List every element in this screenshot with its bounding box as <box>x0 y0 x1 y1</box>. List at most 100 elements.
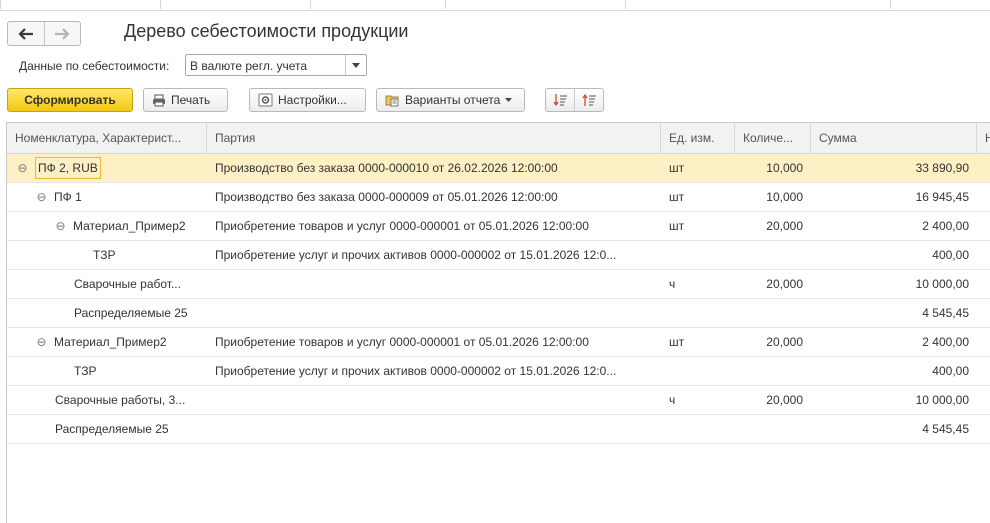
tree-node: Распределяемые 25 <box>55 415 169 443</box>
row-quantity: 20,000 <box>766 335 803 349</box>
minus-circle-icon[interactable]: ⊖ <box>55 220 66 232</box>
row-batch <box>207 270 661 298</box>
table-row[interactable]: Сварочные работ... ч 20,000 10 000,00 <box>7 270 990 299</box>
tab-stub[interactable] <box>890 0 990 9</box>
column-header-sum[interactable]: Сумма <box>811 123 977 153</box>
row-name: Сварочные работы, 3... <box>55 393 186 407</box>
tab-stub[interactable] <box>310 0 446 9</box>
row-quantity: 10,000 <box>766 190 803 204</box>
sort-ascending-button[interactable] <box>546 89 574 111</box>
settings-button[interactable]: Настройки... <box>249 88 366 112</box>
row-quantity <box>735 357 811 385</box>
page-title: Дерево себестоимости продукции <box>124 21 409 41</box>
generate-button-label: Сформировать <box>24 93 116 107</box>
chevron-down-icon <box>352 62 360 68</box>
table-row[interactable]: Распределяемые 25 4 545,45 <box>7 299 990 328</box>
settings-button-label: Настройки... <box>278 93 347 107</box>
row-unit: ч <box>669 277 676 291</box>
row-quantity: 10,000 <box>766 161 803 175</box>
navigation-buttons <box>7 21 81 46</box>
table-row[interactable]: ⊖ Материал_Пример2 Приобретение товаров … <box>7 212 990 241</box>
tree-node: ⊖ Материал_Пример2 <box>55 212 186 240</box>
row-unit <box>661 357 735 385</box>
row-name: ТЗР <box>74 364 97 378</box>
cost-data-select[interactable]: В валюте регл. учета <box>185 54 367 76</box>
report-variants-label: Варианты отчета <box>405 93 501 107</box>
row-batch: Производство без заказа 0000-000010 от 2… <box>215 161 558 175</box>
row-sum: 2 400,00 <box>922 219 969 233</box>
tree-node: Распределяемые 25 <box>74 299 188 327</box>
report-variants-button[interactable]: Варианты отчета <box>376 88 525 112</box>
cost-tree-table[interactable]: Номенклатура, Характерист... Партия Ед. … <box>6 122 990 523</box>
row-sum: 400,00 <box>932 248 969 262</box>
tab-stub[interactable] <box>160 0 311 9</box>
row-sum: 16 945,45 <box>915 190 969 204</box>
table-row[interactable]: ⊖ Материал_Пример2 Приобретение товаров … <box>7 328 990 357</box>
row-unit: шт <box>669 219 685 233</box>
generate-button[interactable]: Сформировать <box>7 88 133 112</box>
table-row[interactable]: ⊖ ПФ 2, RUB Производство без заказа 0000… <box>7 154 990 183</box>
back-button[interactable] <box>8 22 44 45</box>
row-batch: Приобретение услуг и прочих активов 0000… <box>215 248 617 262</box>
row-sum: 33 890,90 <box>915 161 969 175</box>
arrow-left-icon <box>18 27 33 40</box>
row-batch: Приобретение товаров и услуг 0000-000001… <box>215 219 589 233</box>
row-batch <box>207 415 661 443</box>
sort-descending-button[interactable] <box>574 89 603 111</box>
row-batch: Приобретение услуг и прочих активов 0000… <box>215 364 617 378</box>
dropdown-button[interactable] <box>345 55 366 75</box>
table-row[interactable]: ТЗР Приобретение услуг и прочих активов … <box>7 357 990 386</box>
row-name: Распределяемые 25 <box>74 306 188 320</box>
minus-circle-icon[interactable]: ⊖ <box>17 162 28 174</box>
row-sum: 4 545,45 <box>922 306 969 320</box>
report-variants-icon <box>385 93 400 107</box>
row-batch <box>207 386 661 414</box>
table-row[interactable]: ТЗР Приобретение услуг и прочих активов … <box>7 241 990 270</box>
row-sum: 10 000,00 <box>915 277 969 291</box>
table-row[interactable]: ⊖ ПФ 1 Производство без заказа 0000-0000… <box>7 183 990 212</box>
row-unit: шт <box>669 161 685 175</box>
column-header-quantity[interactable]: Количе... <box>735 123 811 153</box>
tree-node: Сварочные работы, 3... <box>55 386 185 414</box>
minus-circle-icon[interactable]: ⊖ <box>36 336 47 348</box>
tree-node: Сварочные работ... <box>74 270 181 298</box>
row-batch: Производство без заказа 0000-000009 от 0… <box>215 190 558 204</box>
minus-circle-icon[interactable]: ⊖ <box>36 191 47 203</box>
row-quantity: 20,000 <box>766 277 803 291</box>
sort-ascending-icon <box>552 94 567 107</box>
tab-stub[interactable] <box>0 0 161 9</box>
column-header-nomenclature[interactable]: Номенклатура, Характерист... <box>7 123 207 153</box>
tab-stub[interactable] <box>445 0 626 9</box>
column-header-extra[interactable]: Н <box>977 123 990 153</box>
sort-buttons <box>545 88 604 112</box>
tree-node: ⊖ ПФ 1 <box>36 183 81 211</box>
column-header-batch[interactable]: Партия <box>207 123 661 153</box>
row-name: Сварочные работ... <box>74 277 181 291</box>
row-sum: 4 545,45 <box>922 422 969 436</box>
row-sum: 400,00 <box>932 364 969 378</box>
row-quantity <box>735 241 811 269</box>
tree-node: ⊖ ПФ 2, RUB <box>17 154 101 182</box>
forward-button[interactable] <box>43 22 81 45</box>
column-header-unit[interactable]: Ед. изм. <box>661 123 735 153</box>
row-sum: 10 000,00 <box>915 393 969 407</box>
row-quantity: 20,000 <box>766 393 803 407</box>
tree-node: ТЗР <box>74 357 96 385</box>
tree-node: ТЗР <box>93 241 115 269</box>
table-row[interactable]: Сварочные работы, 3... ч 20,000 10 000,0… <box>7 386 990 415</box>
tree-node: ⊖ Материал_Пример2 <box>36 328 166 356</box>
printer-icon <box>152 94 166 107</box>
row-quantity <box>735 299 811 327</box>
cost-data-value: В валюте регл. учета <box>190 59 308 73</box>
tab-stub[interactable] <box>625 0 891 9</box>
row-sum: 2 400,00 <box>922 335 969 349</box>
row-batch: Приобретение товаров и услуг 0000-000001… <box>215 335 589 349</box>
print-button[interactable]: Печать <box>143 88 228 112</box>
row-quantity: 20,000 <box>766 219 803 233</box>
row-quantity <box>735 415 811 443</box>
row-name: Материал_Пример2 <box>73 219 186 233</box>
row-unit: шт <box>669 335 685 349</box>
chevron-down-icon <box>505 98 513 102</box>
table-row[interactable]: Распределяемые 25 4 545,45 <box>7 415 990 444</box>
sort-descending-icon <box>581 93 596 106</box>
